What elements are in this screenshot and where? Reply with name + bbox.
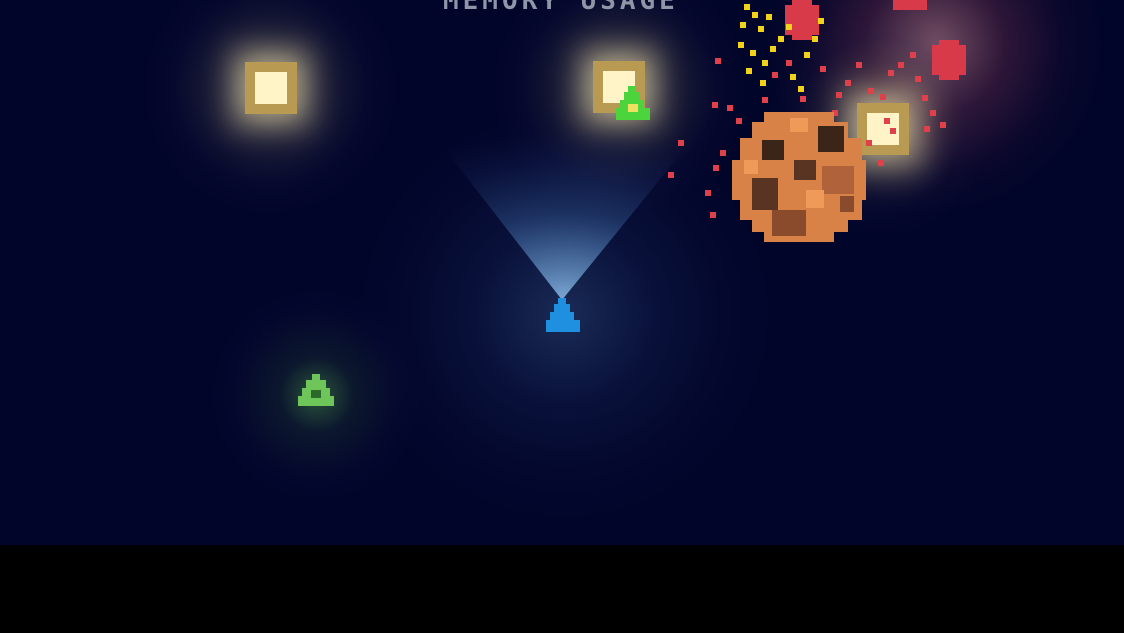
player-ship-icon[interactable] — [546, 298, 580, 332]
hud-title: MEMORY USAGE — [443, 0, 679, 16]
sprite-layer — [298, 0, 966, 406]
player-light-beam — [430, 130, 700, 300]
asteroid-icon[interactable] — [732, 112, 866, 242]
enemy-ship-icon[interactable] — [298, 374, 334, 406]
game-screen[interactable]: MEMORY USAGE — [0, 0, 1124, 633]
ground-bar — [0, 545, 1124, 633]
space-playfield[interactable]: MEMORY USAGE — [0, 0, 1124, 545]
enemy-ship-icon[interactable] — [616, 86, 650, 120]
